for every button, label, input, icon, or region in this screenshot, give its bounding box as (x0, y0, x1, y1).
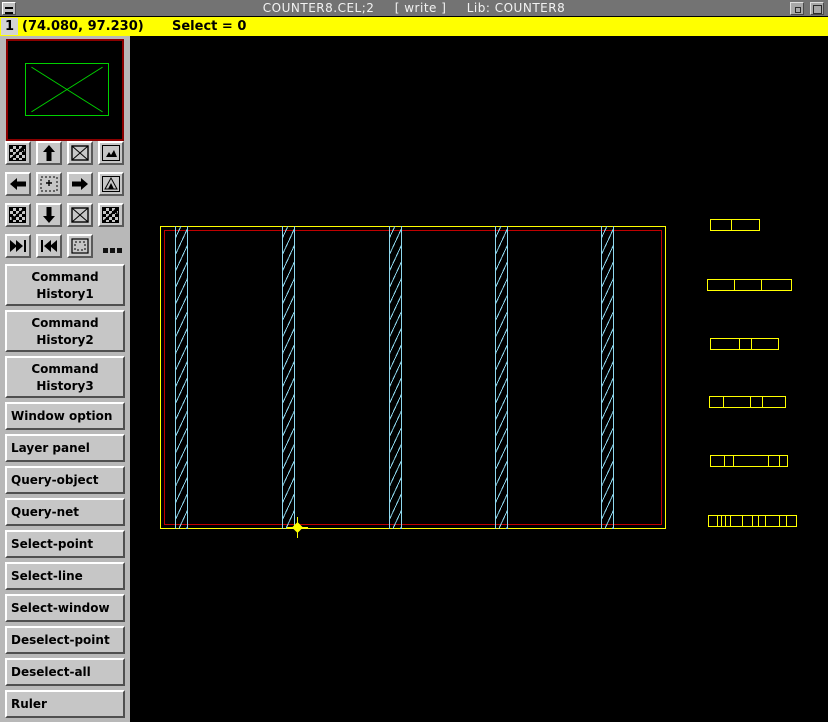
cell-divider (779, 516, 780, 526)
marquee-select-icon[interactable] (67, 234, 93, 258)
button-label: Deselect-all (11, 665, 91, 679)
cell-divider (717, 516, 718, 526)
sidebar-button-command-history-3[interactable]: CommandHistory3 (5, 356, 125, 398)
canvas-cursor-marker (287, 517, 308, 538)
cell-divider (762, 397, 763, 407)
layout-canvas[interactable] (134, 36, 828, 722)
cell-divider (725, 516, 726, 526)
tool-sidebar: CommandHistory1CommandHistory2CommandHis… (0, 36, 132, 722)
cell-row-3[interactable] (710, 338, 779, 350)
sidebar-button-window-option[interactable]: Window option (5, 402, 125, 430)
button-label: Layer panel (11, 441, 90, 455)
cell-divider (768, 456, 769, 466)
hatched-stripe-3 (389, 226, 402, 529)
button-label: Select-point (11, 537, 93, 551)
cell-row-6[interactable] (708, 515, 797, 527)
button-label: Deselect-point (11, 633, 110, 647)
button-label-line-2: History3 (7, 378, 123, 395)
cell-divider (786, 516, 787, 526)
cell-divider (751, 339, 752, 349)
hatched-stripe-4 (495, 226, 508, 529)
edit-region-icon[interactable] (5, 141, 31, 165)
cell-row-4[interactable] (709, 396, 786, 408)
minimize-icon[interactable] (790, 2, 804, 15)
sidebar-button-ruler[interactable]: Ruler (5, 690, 125, 718)
button-label-line-2: History1 (7, 286, 123, 303)
title-library: Lib: COUNTER8 (467, 1, 565, 15)
button-label: Query-net (11, 505, 79, 519)
cell-divider (765, 516, 766, 526)
zoom-out-region-icon[interactable] (5, 203, 31, 227)
pan-down-icon[interactable] (36, 203, 62, 227)
zoom-in-box-icon[interactable] (36, 172, 62, 196)
layout-inner-boundary (164, 230, 662, 525)
cell-divider (733, 456, 734, 466)
window-number-badge: 1 (1, 18, 18, 35)
zoom-hill-icon[interactable] (98, 141, 124, 165)
cell-divider (758, 516, 759, 526)
button-label: Query-object (11, 473, 99, 487)
hatched-stripe-1 (175, 226, 188, 529)
sidebar-button-select-window[interactable]: Select-window (5, 594, 125, 622)
sidebar-button-deselect-point[interactable]: Deselect-point (5, 626, 125, 654)
cell-divider (742, 516, 743, 526)
title-file-name: COUNTER8.CEL;2 (263, 1, 375, 15)
cell-divider (752, 516, 753, 526)
cell-divider (761, 280, 762, 290)
pan-left-icon[interactable] (5, 172, 31, 196)
zoom-previous-icon[interactable] (67, 203, 93, 227)
sidebar-button-select-line[interactable]: Select-line (5, 562, 125, 590)
fill-region-icon[interactable] (98, 203, 124, 227)
cell-row-2[interactable] (707, 279, 792, 291)
layout-overview-thumbnail[interactable] (6, 39, 124, 141)
cursor-diamond (292, 522, 303, 533)
zoom-peak-icon[interactable] (98, 172, 124, 196)
button-label-line-1: Command (7, 361, 123, 378)
sidebar-button-command-history-2[interactable]: CommandHistory2 (5, 310, 125, 352)
selection-count: Select = 0 (172, 17, 246, 36)
cell-divider (723, 397, 724, 407)
cell-divider (734, 280, 735, 290)
cell-divider (730, 516, 731, 526)
cell-divider (779, 456, 780, 466)
cell-row-1[interactable] (710, 219, 760, 231)
window-title: COUNTER8.CEL;2 [ write ] Lib: COUNTER8 (0, 0, 828, 17)
sidebar-button-deselect-all[interactable]: Deselect-all (5, 658, 125, 686)
button-label: Select-window (11, 601, 110, 615)
cell-divider (750, 397, 751, 407)
step-backward-icon[interactable] (5, 234, 31, 258)
title-mode: [ write ] (395, 1, 447, 15)
cell-divider (724, 456, 725, 466)
cell-divider (731, 220, 732, 230)
title-bar: COUNTER8.CEL;2 [ write ] Lib: COUNTER8 (0, 0, 828, 17)
pan-up-icon[interactable] (36, 141, 62, 165)
sidebar-button-command-history-1[interactable]: CommandHistory1 (5, 264, 125, 306)
cursor-coordinates: (74.080, 97.230) (22, 17, 144, 36)
button-label-line-1: Command (7, 269, 123, 286)
step-forward-icon[interactable] (36, 234, 62, 258)
more-options-icon[interactable] (101, 236, 127, 260)
sidebar-button-select-point[interactable]: Select-point (5, 530, 125, 558)
hatched-stripe-5 (601, 226, 614, 529)
button-label: Ruler (11, 697, 47, 711)
cell-row-5[interactable] (710, 455, 788, 467)
sidebar-button-query-net[interactable]: Query-net (5, 498, 125, 526)
hatched-stripe-2 (282, 226, 295, 529)
zoom-fit-icon[interactable] (67, 141, 93, 165)
sidebar-button-layer-panel[interactable]: Layer panel (5, 434, 125, 462)
maximize-icon[interactable] (810, 2, 824, 15)
cell-divider (721, 516, 722, 526)
button-label-line-1: Command (7, 315, 123, 332)
button-label: Select-line (11, 569, 83, 583)
cell-divider (739, 339, 740, 349)
sidebar-button-query-object[interactable]: Query-object (5, 466, 125, 494)
button-label: Window option (11, 409, 112, 423)
button-label-line-2: History2 (7, 332, 123, 349)
status-bar: 1 (74.080, 97.230) Select = 0 (0, 17, 828, 36)
pan-right-icon[interactable] (67, 172, 93, 196)
